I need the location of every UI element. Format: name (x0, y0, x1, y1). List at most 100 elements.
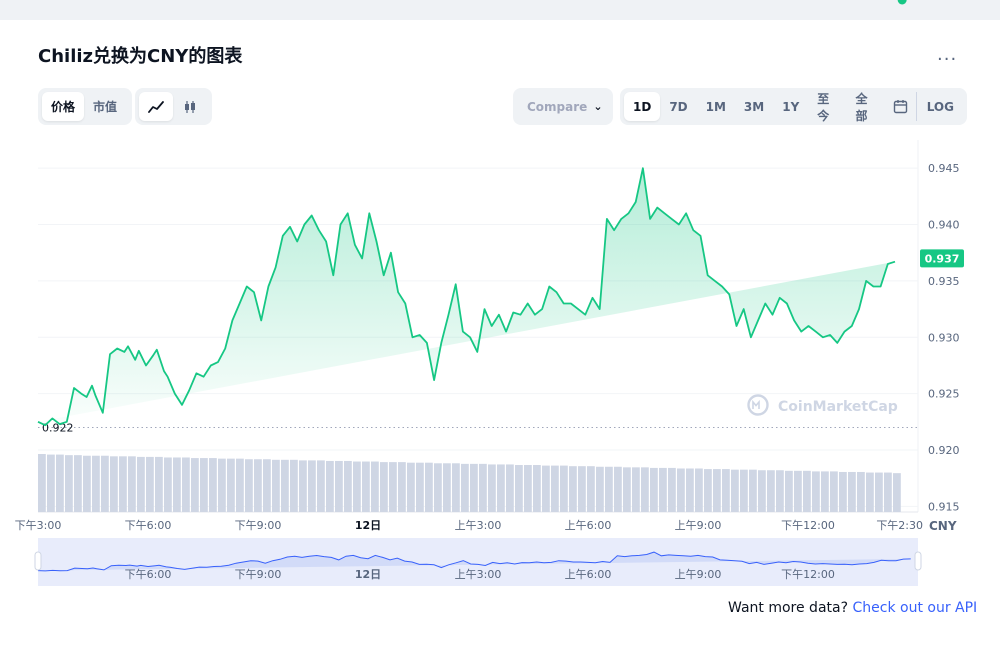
volume-bar (749, 469, 757, 512)
volume-bar (722, 469, 730, 512)
volume-bar (875, 472, 883, 512)
volume-bar (452, 463, 460, 512)
volume-bar (839, 471, 847, 512)
navigator-tick-label: 上午3:00 (455, 568, 502, 581)
y-tick-label: 0.930 (928, 331, 960, 344)
currency-label: CNY (929, 519, 957, 533)
volume-bar (641, 467, 649, 512)
volume-bar (245, 459, 253, 512)
volume-bar (416, 462, 424, 512)
volume-bar (164, 457, 172, 512)
y-tick-label: 0.920 (928, 444, 960, 457)
volume-bar (587, 466, 595, 512)
volume-bar (821, 471, 829, 512)
volume-bar (38, 454, 46, 512)
volume-bar (128, 456, 136, 512)
volume-bar (884, 472, 892, 512)
volume-bar (218, 458, 226, 512)
x-tick-label: 下午9:00 (235, 519, 282, 532)
navigator-tick-label: 上午6:00 (565, 568, 612, 581)
volume-bar (137, 456, 145, 512)
volume-bar (272, 459, 280, 512)
volume-bar (209, 458, 217, 512)
x-tick-label: 上午6:00 (565, 519, 612, 532)
x-tick-label: 下午6:00 (125, 519, 172, 532)
volume-bar (731, 469, 739, 512)
volume-bar (614, 466, 622, 512)
navigator-handle-left[interactable] (34, 551, 42, 571)
volume-bar (506, 464, 514, 512)
volume-bar (830, 471, 838, 512)
y-tick-label: 0.935 (928, 275, 960, 288)
volume-bar (263, 459, 271, 512)
volume-bar (812, 471, 820, 512)
volume-bar (533, 465, 541, 512)
volume-bar (857, 471, 865, 512)
volume-bar (677, 468, 685, 512)
volume-bar (110, 456, 118, 512)
volume-bar (299, 460, 307, 512)
volume-bar (695, 468, 703, 512)
volume-bar (767, 470, 775, 512)
volume-bar (488, 464, 496, 512)
last-price-marker (897, 0, 907, 5)
volume-bar (254, 459, 262, 512)
last-price-label: 0.937 (925, 252, 960, 265)
volume-bar (578, 466, 586, 512)
volume-bar (191, 458, 199, 512)
y-tick-label: 0.940 (928, 219, 960, 232)
volume-bar (443, 463, 451, 512)
volume-bar (389, 462, 397, 512)
navigator-tick-label: 12日 (355, 568, 381, 581)
volume-bar (380, 462, 388, 512)
volume-bar (236, 458, 244, 512)
volume-bar (434, 463, 442, 512)
volume-bar (308, 460, 316, 512)
volume-bar (290, 459, 298, 512)
price-chart: 0.922 0.937 0.9450.9400.9350.9300.9250.9… (15, 0, 964, 586)
volume-bar (785, 470, 793, 512)
volume-bar (371, 461, 379, 512)
volume-bar (551, 465, 559, 512)
volume-bar (632, 467, 640, 512)
volume-bar (794, 470, 802, 512)
y-tick-label: 0.915 (928, 500, 960, 513)
navigator-tick-label: 上午9:00 (675, 568, 722, 581)
volume-bar (83, 455, 91, 512)
volume-bar (398, 462, 406, 512)
x-tick-label: 下午12:00 (781, 519, 835, 532)
price-area (38, 168, 895, 426)
volume-bar (461, 463, 469, 512)
volume-bar (659, 467, 667, 512)
volume-bar (119, 456, 127, 512)
volume-bar (605, 466, 613, 512)
volume-bar (497, 464, 505, 512)
navigator-tick-label: 下午12:00 (781, 568, 835, 581)
coinmarketcap-watermark: CoinMarketCap (747, 394, 898, 416)
volume-bar (713, 469, 721, 512)
volume-bar (56, 454, 64, 512)
x-tick-label: 下午3:00 (15, 519, 62, 532)
volume-bar (146, 456, 154, 512)
x-tick-label: 下午2:30 (876, 519, 923, 532)
volume-bar (776, 470, 784, 512)
volume-bar (74, 455, 82, 512)
navigator-handle-right[interactable] (914, 551, 922, 571)
volume-bar (173, 457, 181, 512)
volume-bar (542, 465, 550, 512)
volume-bar (848, 471, 856, 512)
volume-bar (335, 460, 343, 512)
volume-bar (596, 466, 604, 512)
volume-bar (47, 454, 55, 512)
volume-bar (668, 467, 676, 512)
volume-bar (650, 467, 658, 512)
volume-bar (704, 469, 712, 512)
watermark-text: CoinMarketCap (778, 399, 898, 415)
volume-bar (803, 470, 811, 512)
volume-bar (65, 455, 73, 512)
volume-bar (524, 465, 532, 512)
volume-bar (326, 460, 334, 512)
x-tick-label: 上午3:00 (455, 519, 502, 532)
volume-bar (407, 462, 415, 512)
volume-bar (353, 461, 361, 512)
